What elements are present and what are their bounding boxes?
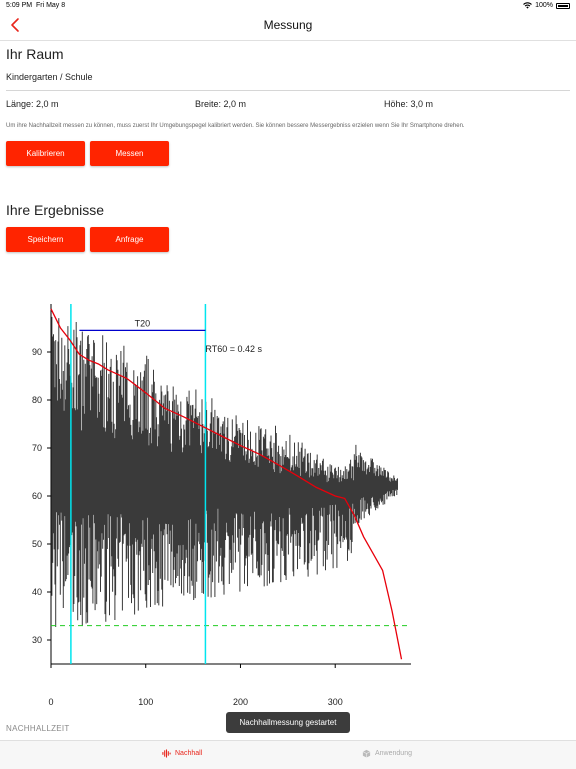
t20-label: T20 <box>135 318 151 328</box>
y-tick-label: 30 <box>32 635 42 645</box>
tab-label: Anwendung <box>375 750 412 757</box>
y-tick-label: 60 <box>32 491 42 501</box>
x-tick-label: 200 <box>233 697 248 707</box>
calibration-hint: Um ihre Nachhallzeit messen zu können, m… <box>6 123 465 129</box>
tab-bar: Nachhall Anwendung <box>0 740 576 769</box>
status-indicators: 100% <box>523 2 570 9</box>
battery-icon <box>556 2 570 9</box>
decay-chart-svg: 30 40 50 60 70 80 90 0 100 200 300 T20 RT60 = 0.42 s <box>32 304 411 707</box>
y-tick-label: 90 <box>32 347 42 357</box>
toast-message: Nachhallmessung gestartet <box>226 712 350 733</box>
x-tick-label: 0 <box>48 697 53 707</box>
measure-button[interactable]: Messen <box>90 141 169 166</box>
tab-nachhall[interactable]: Nachhall <box>162 749 202 758</box>
status-time: 5:09 PM Fri May 8 <box>6 2 66 9</box>
wifi-icon <box>523 2 532 9</box>
x-tick-label: 300 <box>328 697 343 707</box>
waveform-icon <box>162 749 171 758</box>
room-type: Kindergarten / Schule <box>6 72 93 82</box>
status-bar: 5:09 PM Fri May 8 100% <box>0 0 576 12</box>
request-button[interactable]: Anfrage <box>90 227 169 252</box>
room-width: Breite: 2,0 m <box>195 99 247 109</box>
results-heading: Ihre Ergebnisse <box>6 202 105 218</box>
y-tick-label: 80 <box>32 395 42 405</box>
rt60-label: RT60 = 0.42 s <box>205 344 262 354</box>
room-height: Höhe: 3,0 m <box>384 99 434 109</box>
tab-label: Nachhall <box>175 750 203 757</box>
save-button[interactable]: Speichern <box>6 227 85 252</box>
nav-bar: Messung <box>0 12 576 41</box>
battery-percent: 100% <box>535 2 553 9</box>
room-length: Länge: 2,0 m <box>6 99 59 109</box>
y-tick-label: 50 <box>32 539 42 549</box>
calibrate-button[interactable]: Kalibrieren <box>6 141 85 166</box>
decay-chart: 30 40 50 60 70 80 90 0 100 200 300 T20 RT60 = 0.42 s <box>0 290 576 710</box>
divider <box>6 90 570 91</box>
y-tick-label: 70 <box>32 443 42 453</box>
y-tick-label: 40 <box>32 587 42 597</box>
section-label: NACHHALLZEIT <box>6 724 70 733</box>
tab-anwendung[interactable]: Anwendung <box>362 749 412 758</box>
box-icon <box>362 749 371 758</box>
x-tick-label: 100 <box>138 697 153 707</box>
room-heading: Ihr Raum <box>6 46 64 62</box>
signal-waveform <box>51 316 398 627</box>
page-title: Messung <box>263 18 313 32</box>
